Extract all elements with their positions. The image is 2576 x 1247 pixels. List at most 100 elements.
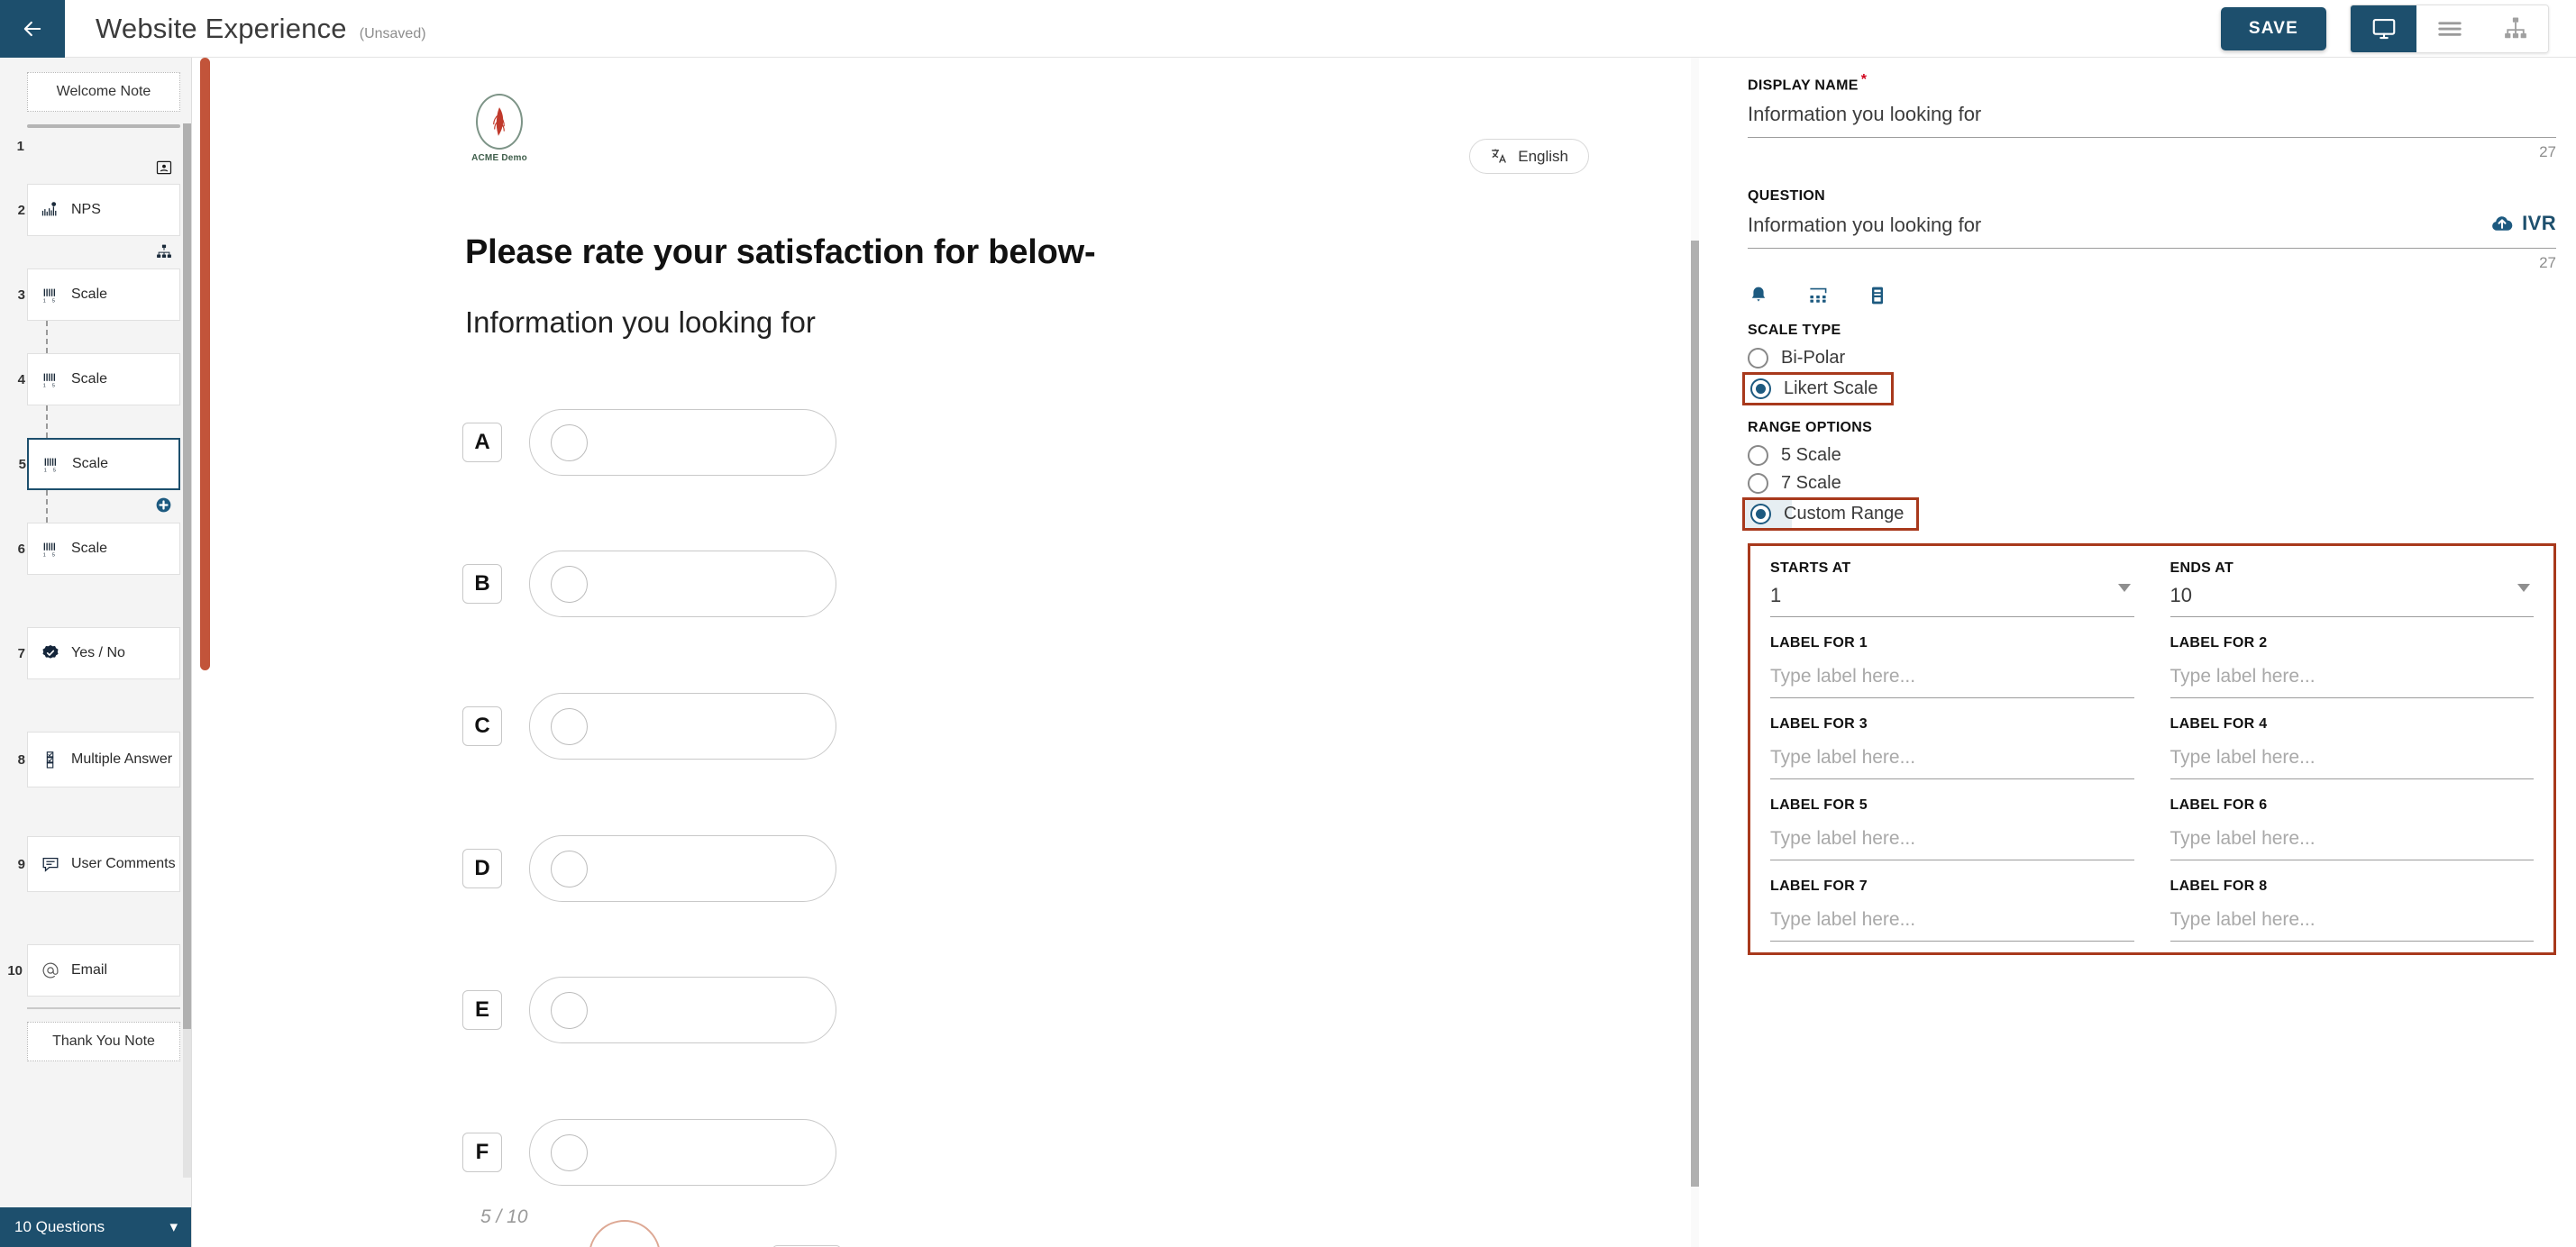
sidebar-item-10[interactable]: 10 Email	[0, 944, 191, 997]
keypad-icon[interactable]	[1807, 285, 1829, 306]
view-list-button[interactable]	[2416, 5, 2482, 52]
label-for-4-field: LABEL FOR 4	[2170, 698, 2534, 780]
label-for-1-input[interactable]	[1770, 655, 2134, 699]
sidebar-row-yesno[interactable]: 7 Yes / No	[18, 627, 180, 679]
bell-icon[interactable]	[1748, 285, 1769, 306]
sidebar-row-scale-3[interactable]: 3 1 5 Scale	[18, 269, 180, 321]
label-for-8-input[interactable]	[2170, 898, 2534, 942]
sidebar-number: 7	[17, 645, 25, 661]
sidebar-row-nps[interactable]: 2 NPS	[18, 184, 180, 236]
sidebar-item-1[interactable]: 1	[0, 137, 191, 184]
label-for-4-input[interactable]	[2170, 736, 2534, 780]
sidebar-row-multiple-answer[interactable]: 8 Multiple Answer	[18, 732, 180, 787]
preview-option-row[interactable]: A	[462, 409, 836, 476]
back-button[interactable]	[0, 0, 65, 58]
option-pill[interactable]	[529, 693, 836, 760]
label-for-3-field: LABEL FOR 3	[1770, 698, 2134, 780]
checklist-icon	[41, 750, 71, 769]
starts-at-field: STARTS AT	[1770, 560, 2134, 618]
sidebar-item-9[interactable]: 9 User Comments	[0, 836, 191, 944]
sidebar-item-3[interactable]: 3 1 5 Scale	[0, 269, 191, 353]
option-radio-circle[interactable]	[551, 565, 588, 603]
sidebar-footer-caret[interactable]: ▾	[169, 1218, 178, 1236]
preview-progress-counter: 5 / 10	[480, 1206, 528, 1227]
range-option-custom-range[interactable]: Custom Range	[1750, 504, 1904, 525]
label-for-6-input[interactable]	[2170, 817, 2534, 861]
sidebar-row-scale-5-selected[interactable]: 5 1 5 Scale	[19, 438, 180, 490]
option-pill[interactable]	[529, 1119, 836, 1186]
sidebar-item-5[interactable]: 5 1 5 Scale	[0, 438, 191, 523]
sidebar-row-scale-6[interactable]: 6 1 5 Scale	[18, 523, 180, 575]
label-for-6-field: LABEL FOR 6	[2170, 779, 2534, 861]
label-for-3-input[interactable]	[1770, 736, 2134, 780]
range-option-custom-highlight[interactable]: Custom Range	[1742, 497, 1920, 532]
scale-type-option-bipolar[interactable]: Bi-Polar	[1748, 344, 2556, 372]
display-name-input[interactable]	[1748, 94, 2556, 139]
question-counter: 27	[2539, 254, 2556, 272]
view-flow-button[interactable]	[2482, 5, 2548, 52]
option-radio-circle[interactable]	[551, 707, 588, 745]
sidebar-item-7[interactable]: 7 Yes / No	[0, 627, 191, 732]
sidebar-row-email[interactable]: 10 Email	[7, 944, 180, 997]
radio-bipolar[interactable]	[1748, 348, 1768, 369]
sidebar-row-scale-4[interactable]: 4 1 5 Scale	[18, 353, 180, 405]
preview-option-row[interactable]: B	[462, 551, 836, 617]
question-input[interactable]	[1748, 205, 2556, 250]
sidebar-item-4[interactable]: 4 1 5 Scale	[0, 353, 191, 438]
sidebar-thank-you-note[interactable]: Thank You Note	[27, 1022, 180, 1061]
sidebar-row-user-comments[interactable]: 9 User Comments	[18, 836, 180, 892]
range-option-7-scale[interactable]: 7 Scale	[1748, 469, 2556, 497]
preview-option-row[interactable]: C	[462, 693, 836, 760]
ivr-button[interactable]: IVR	[2490, 212, 2556, 235]
sidebar-number: 5	[18, 456, 26, 472]
option-radio-circle[interactable]	[551, 423, 588, 461]
ends-at-select[interactable]	[2170, 577, 2534, 618]
sidebar-item-label: Email	[71, 962, 108, 978]
starts-at-select[interactable]	[1770, 577, 2134, 618]
label-for-4-label: LABEL FOR 4	[2170, 716, 2268, 733]
question-sidebar[interactable]: Welcome Note 1 2 NPS 3 1 5 Scale 4 1 5 S…	[0, 58, 192, 1247]
preview-subheading: Information you looking for	[465, 305, 816, 339]
option-radio-circle[interactable]	[551, 850, 588, 887]
scale-type-option-likert[interactable]: Likert Scale	[1750, 378, 1878, 400]
preview-option-row[interactable]: F	[462, 1119, 836, 1186]
sidebar-item-2[interactable]: 2 NPS	[0, 184, 191, 269]
title-group: Website Experience (Unsaved)	[65, 13, 426, 45]
radio-5-scale[interactable]	[1748, 445, 1768, 467]
scale-type-option-likert-highlight[interactable]: Likert Scale	[1742, 372, 1894, 406]
language-selector[interactable]: English	[1469, 139, 1589, 174]
label-for-5-input[interactable]	[1770, 817, 2134, 861]
contact-card-icon[interactable]	[155, 159, 173, 177]
scale-icon: 1 5	[41, 369, 71, 389]
option-pill[interactable]	[529, 977, 836, 1043]
option-radio-circle[interactable]	[551, 991, 588, 1029]
add-question-icon[interactable]	[154, 496, 173, 514]
preview-option-row[interactable]: E	[462, 977, 836, 1043]
ends-at-label: ENDS AT	[2170, 560, 2234, 577]
option-radio-circle[interactable]	[551, 1133, 588, 1171]
card-icon[interactable]	[1867, 285, 1888, 306]
option-pill[interactable]	[529, 551, 836, 617]
preview-scrollbar-thumb[interactable]	[1691, 241, 1699, 1187]
preview-option-row[interactable]: D	[462, 835, 836, 902]
sidebar-item-6[interactable]: 6 1 5 Scale	[0, 523, 191, 627]
yesno-icon	[41, 643, 71, 663]
sidebar-bottom-divider	[27, 1007, 180, 1009]
save-button[interactable]: SAVE	[2220, 6, 2326, 50]
sidebar-item-8[interactable]: 8 Multiple Answer	[0, 732, 191, 836]
radio-likert-scale[interactable]	[1750, 378, 1771, 400]
option-pill[interactable]	[529, 409, 836, 476]
radio-7-scale[interactable]	[1748, 473, 1768, 495]
range-option-5-scale[interactable]: 5 Scale	[1748, 441, 2556, 469]
display-name-field	[1748, 94, 2556, 139]
label-for-2-input[interactable]	[2170, 655, 2534, 699]
option-pill[interactable]	[529, 835, 836, 902]
sitemap-icon[interactable]	[155, 243, 173, 261]
view-desktop-button[interactable]	[2351, 5, 2416, 52]
radio-custom-range[interactable]	[1750, 504, 1771, 525]
label-for-7-input[interactable]	[1770, 898, 2134, 942]
sidebar-welcome-note[interactable]: Welcome Note	[27, 72, 180, 112]
preview-next-button[interactable]	[589, 1220, 661, 1247]
